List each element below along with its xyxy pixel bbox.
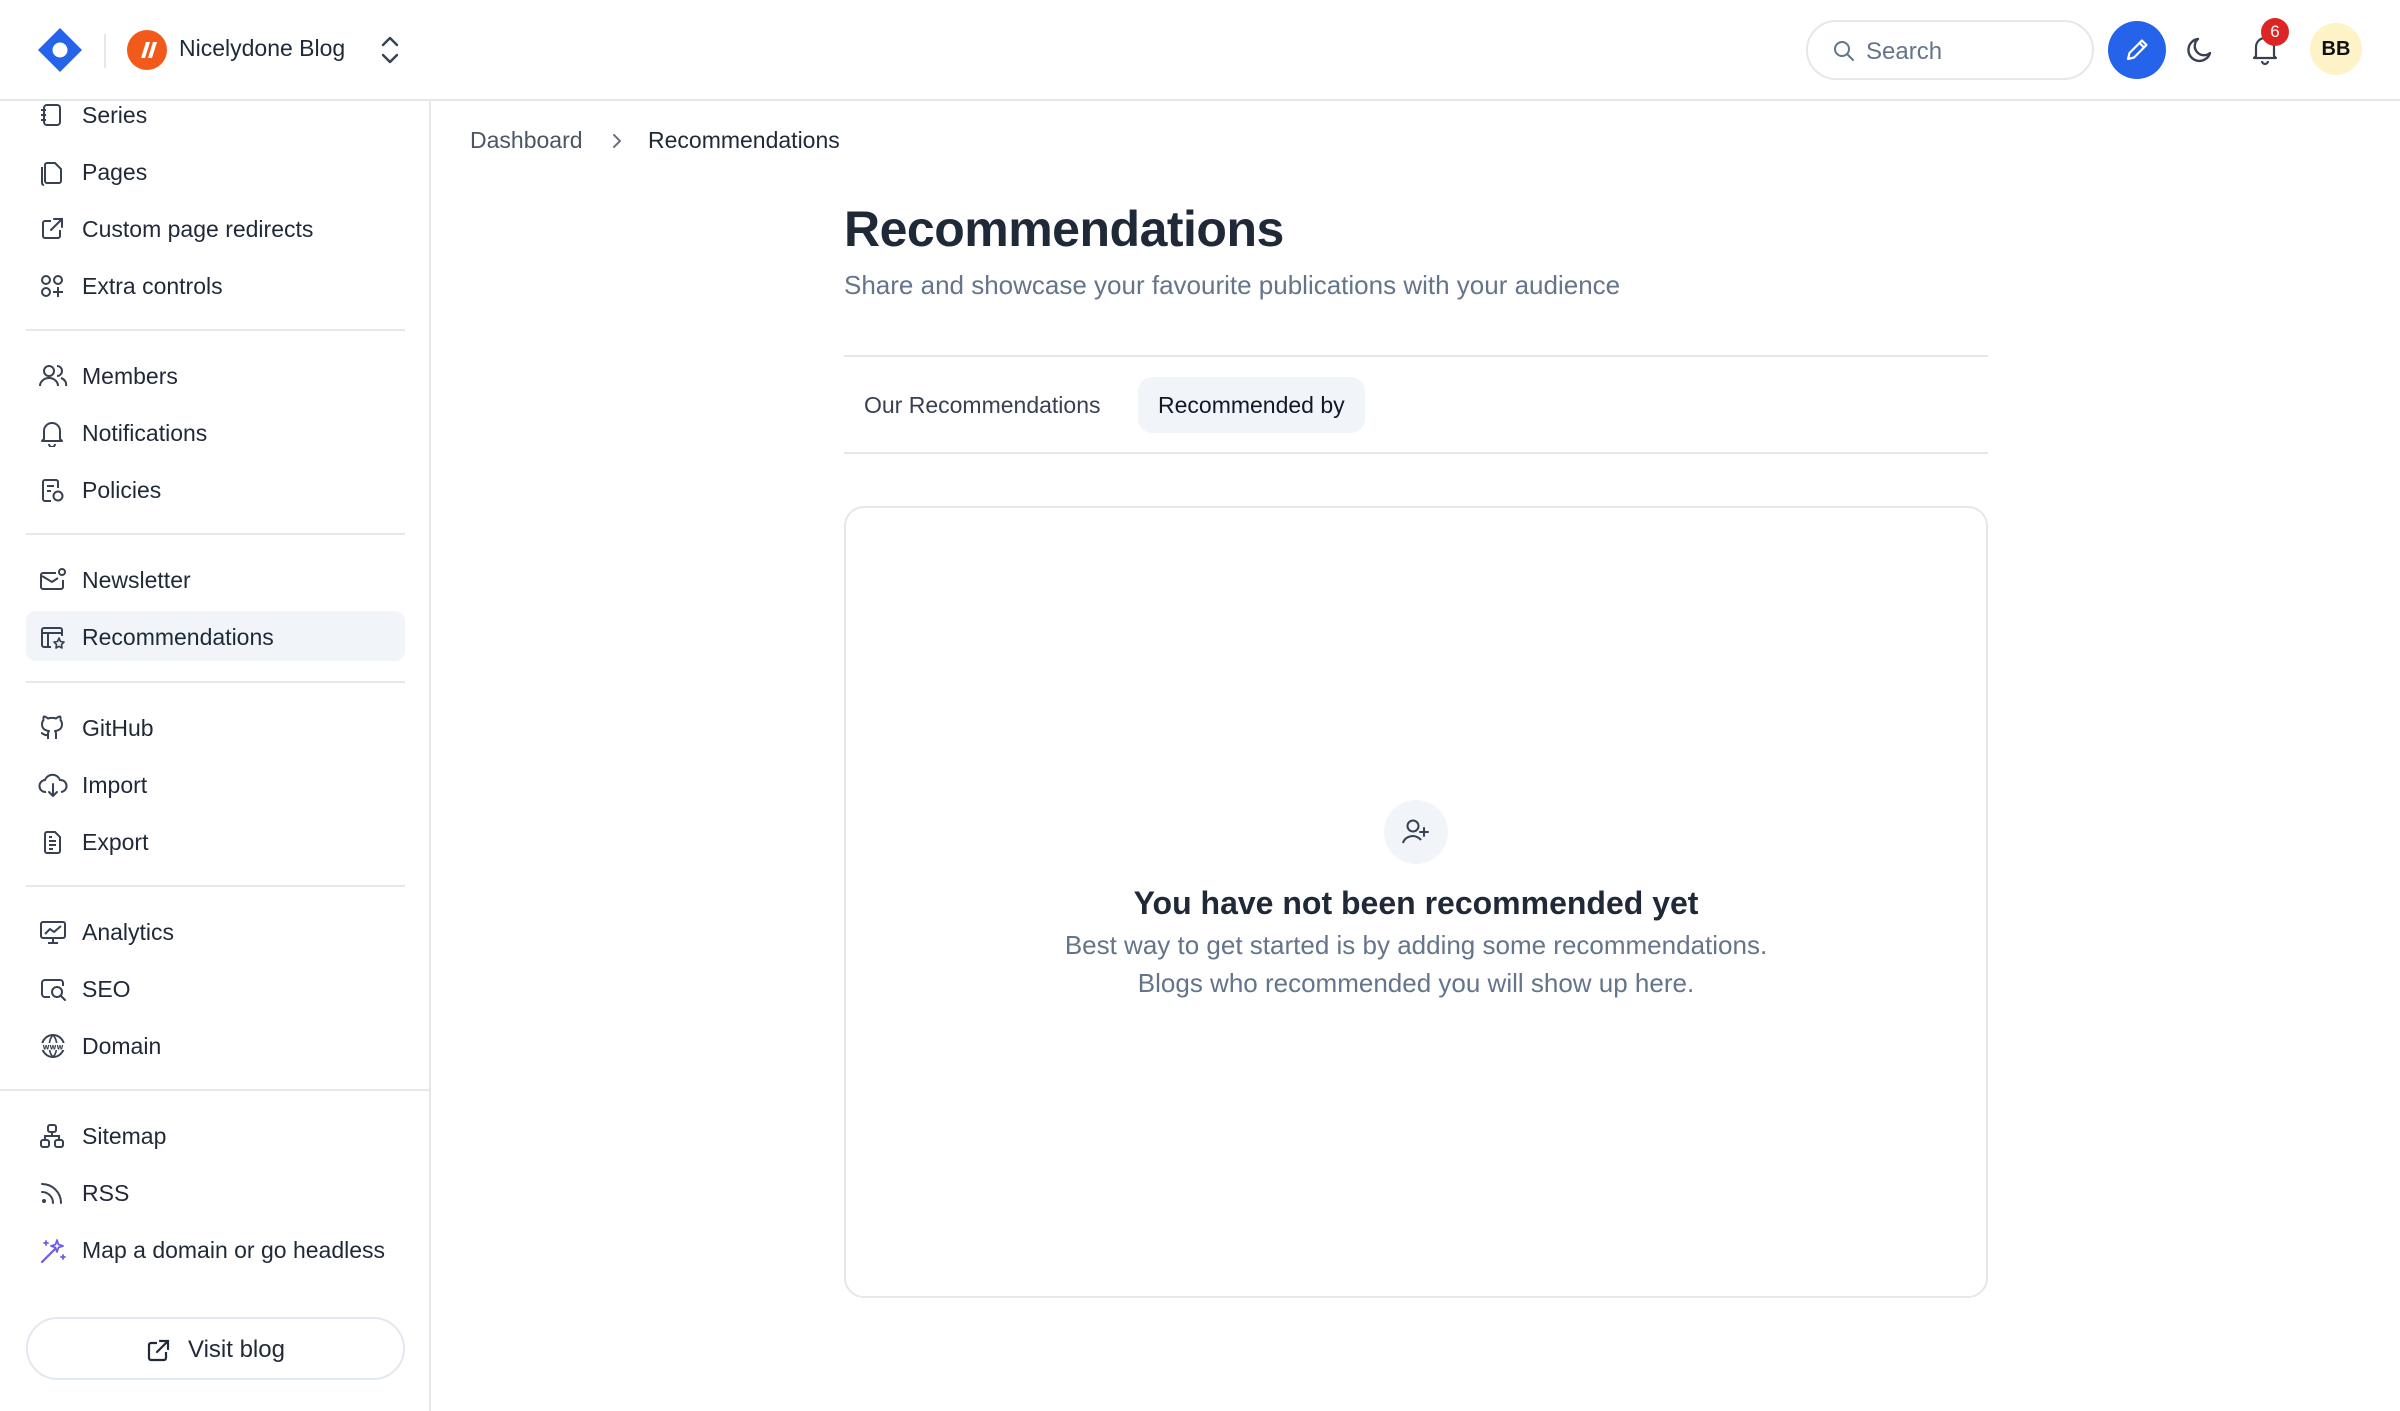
sidebar-item-label: Notifications	[82, 420, 208, 446]
newsletter-icon	[40, 568, 66, 590]
external-link-icon	[42, 218, 63, 239]
sidebar-item-label: GitHub	[82, 715, 154, 741]
sidebar-item-label: Pages	[82, 159, 148, 185]
sidebar-item-rss[interactable]: RSS	[26, 1167, 405, 1217]
magic-wand-icon	[40, 1239, 66, 1264]
sidebar-item-github[interactable]: GitHub	[26, 702, 405, 752]
policies-icon	[42, 479, 64, 502]
sidebar-divider	[26, 885, 405, 887]
sidebar-item-sitemap[interactable]: Sitemap	[26, 1110, 405, 1160]
breadcrumb-current: Recommendations	[648, 127, 840, 153]
sidebar-item-seo[interactable]: SEO	[26, 963, 405, 1013]
sidebar-item-label: Domain	[82, 1033, 162, 1059]
svg-text:www: www	[43, 1043, 64, 1052]
pages-icon	[41, 162, 62, 186]
analytics-icon	[40, 921, 66, 944]
breadcrumb-dashboard[interactable]: Dashboard	[470, 127, 583, 154]
sidebar-item-label: Export	[82, 829, 149, 855]
sidebar-item-newsletter[interactable]: Newsletter	[26, 554, 405, 604]
import-icon	[38, 773, 68, 797]
empty-state-description: Best way to get started is by adding som…	[1064, 930, 1768, 960]
visit-blog-button[interactable]: Visit blog	[26, 1317, 405, 1380]
sidebar-item-pages[interactable]: Pages	[26, 146, 405, 196]
sidebar-item-label: Recommendations	[82, 624, 274, 650]
sidebar-item-extra-controls[interactable]: Extra controls	[26, 260, 405, 310]
sidebar-item-policies[interactable]: Policies	[26, 464, 405, 514]
sitemap-icon	[40, 1124, 64, 1148]
tabs-divider-top	[844, 355, 1988, 357]
sidebar-item-domain[interactable]: www Domain	[26, 1020, 405, 1070]
extra-controls-icon	[41, 275, 63, 297]
export-icon	[44, 831, 61, 854]
recommendations-icon	[41, 627, 65, 649]
empty-state-title: You have not been recommended yet	[1133, 885, 1699, 921]
sidebar-item-import[interactable]: Import	[26, 759, 405, 809]
search-icon	[1834, 41, 1854, 61]
sidebar-divider	[26, 329, 405, 331]
tab-our-recommendations[interactable]: Our Recommendations	[844, 377, 1121, 433]
domain-icon: www	[40, 1034, 66, 1059]
visit-blog-label: Visit blog	[188, 1336, 285, 1363]
sidebar-item-export[interactable]: Export	[26, 816, 405, 866]
sidebar-item-label: Members	[82, 363, 178, 389]
members-icon	[39, 365, 68, 387]
sidebar-item-label: Policies	[82, 477, 162, 503]
tab-recommended-by[interactable]: Recommended by	[1138, 377, 1365, 433]
seo-icon	[41, 979, 66, 1001]
blog-switcher-icon[interactable]	[376, 32, 404, 68]
sidebar-item-label: Sitemap	[82, 1123, 167, 1149]
sidebar-item-recommendations[interactable]: Recommendations	[26, 611, 405, 661]
page-subtitle: Share and showcase your favourite public…	[844, 270, 1621, 300]
sidebar-item-label: Series	[82, 102, 148, 128]
series-icon	[41, 104, 61, 126]
pencil-icon	[2126, 39, 2148, 61]
blog-logo-icon[interactable]	[127, 30, 167, 70]
tabs-divider-bottom	[844, 452, 1988, 454]
header-divider	[104, 34, 106, 68]
user-avatar[interactable]: BB	[2310, 23, 2362, 75]
app-logo-icon[interactable]	[36, 26, 84, 74]
external-link-icon	[147, 1339, 170, 1362]
search-input[interactable]: Search	[1806, 20, 2094, 80]
sidebar-divider	[0, 1089, 429, 1091]
github-icon	[40, 715, 64, 739]
blog-name[interactable]: Nicelydone Blog	[179, 35, 345, 62]
sidebar: Series Pages Custom page redirects Extra…	[0, 101, 431, 1411]
sidebar-divider	[26, 533, 405, 535]
sidebar-item-label: Newsletter	[82, 567, 191, 593]
rss-icon	[41, 1183, 62, 1204]
sidebar-item-label: RSS	[82, 1180, 130, 1206]
search-placeholder: Search	[1866, 38, 1943, 65]
sidebar-item-series[interactable]: Series	[26, 89, 405, 139]
sidebar-item-label: Custom page redirects	[82, 216, 314, 242]
notification-count-badge: 6	[2261, 18, 2289, 46]
sidebar-item-label: Map a domain or go headless	[82, 1237, 386, 1263]
sidebar-item-analytics[interactable]: Analytics	[26, 906, 405, 956]
sidebar-item-map-domain[interactable]: Map a domain or go headless	[26, 1224, 405, 1274]
sidebar-item-label: Import	[82, 772, 148, 798]
sidebar-item-label: Extra controls	[82, 273, 223, 299]
sidebar-item-label: Analytics	[82, 919, 175, 945]
bell-icon	[41, 422, 63, 447]
sidebar-item-notifications[interactable]: Notifications	[26, 407, 405, 457]
new-post-button[interactable]	[2108, 21, 2166, 79]
sidebar-divider	[26, 681, 405, 683]
moon-icon[interactable]	[2184, 32, 2218, 66]
sidebar-item-label: SEO	[82, 976, 131, 1002]
sidebar-item-custom-page-redirects[interactable]: Custom page redirects	[26, 203, 405, 253]
sidebar-item-members[interactable]: Members	[26, 350, 405, 400]
add-user-icon	[1384, 800, 1448, 864]
page-title: Recommendations	[844, 201, 1284, 257]
empty-state-description: Blogs who recommended you will show up h…	[1137, 968, 1695, 998]
top-bar: Nicelydone Blog Search 6 BB	[0, 0, 2400, 101]
chevron-right-icon	[613, 134, 621, 148]
